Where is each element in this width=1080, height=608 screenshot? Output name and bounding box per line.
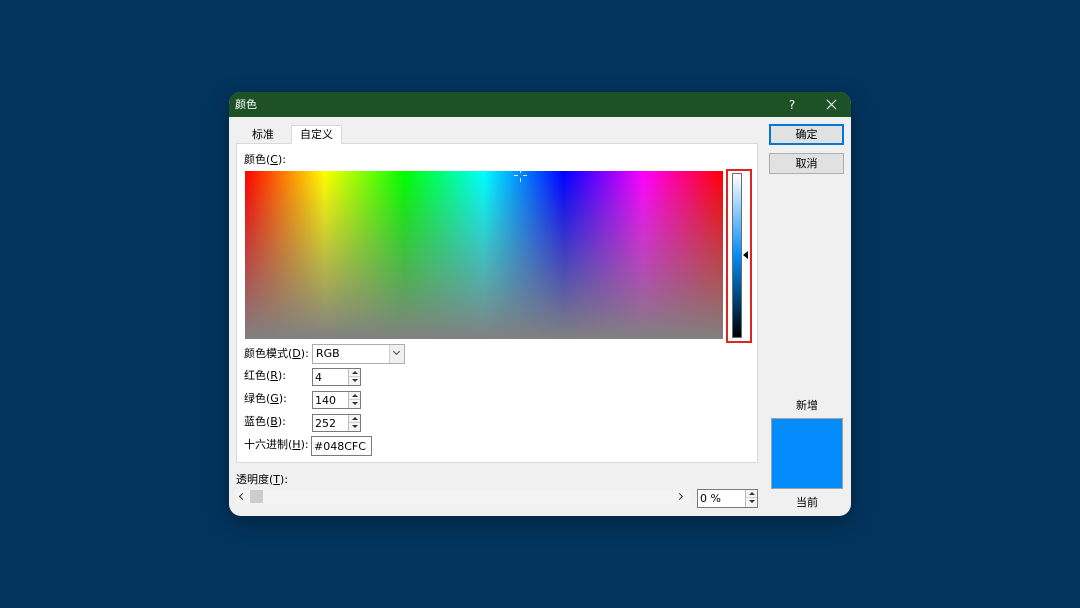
color-label-access-key: C — [270, 153, 278, 166]
luminance-slider[interactable] — [732, 173, 742, 338]
green-spin-up-button[interactable] — [349, 392, 360, 400]
hex-field[interactable] — [311, 436, 372, 456]
hex-input[interactable] — [312, 437, 371, 455]
color-spectrum[interactable] — [245, 168, 723, 339]
blue-input[interactable] — [313, 415, 349, 431]
ok-button[interactable]: 确定 — [769, 124, 844, 145]
transparency-stepper[interactable] — [697, 489, 758, 508]
red-label-text: 红色( — [244, 369, 271, 382]
close-button[interactable] — [815, 92, 847, 117]
red-spin-down-button[interactable] — [349, 377, 360, 385]
crosshair-icon[interactable] — [513, 168, 527, 182]
triangle-up-icon — [352, 394, 358, 397]
color-model-label-suffix: ): — [300, 347, 309, 360]
blue-spinner — [348, 415, 360, 431]
hex-label: 十六进制(H): — [244, 438, 309, 452]
red-spinner — [348, 369, 360, 385]
red-label: 红色(R): — [244, 369, 286, 383]
custom-color-panel: 颜色(C): 颜色模式(D): RGB 红色(R): 绿色(G): — [236, 143, 758, 463]
color-preview-swatch — [771, 418, 843, 489]
hex-label-text: 十六进制( — [244, 438, 293, 451]
color-label-text: 颜色( — [244, 153, 271, 166]
luminance-pointer-icon[interactable] — [743, 251, 748, 260]
cancel-button[interactable]: 取消 — [769, 153, 844, 174]
color-dialog: 颜色 ? 标准 自定义 颜色(C): 颜色模式(D): RGB 红色(R): 4… — [229, 92, 851, 516]
question-mark-icon: ? — [788, 97, 796, 112]
chevron-down-icon — [392, 347, 401, 356]
blue-label: 蓝色(B): — [244, 415, 286, 429]
triangle-down-icon — [352, 425, 358, 428]
color-label: 颜色(C): — [244, 153, 286, 167]
green-spinner — [348, 392, 360, 408]
red-stepper[interactable] — [312, 368, 361, 386]
chevron-left-icon[interactable] — [238, 492, 247, 501]
triangle-down-icon — [352, 379, 358, 382]
blue-label-text: 蓝色( — [244, 415, 271, 428]
blue-access-key: B — [270, 415, 278, 428]
color-label-suffix: ): — [277, 153, 286, 166]
crosshair-arm-top — [519, 168, 521, 173]
color-model-access-key: D — [292, 347, 301, 360]
dropdown-button[interactable] — [389, 345, 404, 363]
transparency-spin-up-button[interactable] — [746, 490, 757, 498]
color-model-value: RGB — [316, 347, 340, 360]
crosshair-arm-bottom — [519, 177, 521, 182]
blue-spin-down-button[interactable] — [349, 423, 360, 431]
current-color-label: 当前 — [796, 496, 818, 509]
dialog-title: 颜色 — [235, 98, 257, 111]
crosshair-arm-right — [522, 174, 527, 176]
chevron-right-icon[interactable] — [675, 492, 684, 501]
triangle-up-icon — [352, 371, 358, 374]
new-color-swatch — [772, 419, 842, 454]
color-model-label-text: 颜色模式( — [244, 347, 293, 360]
red-input[interactable] — [313, 369, 349, 385]
red-spin-up-button[interactable] — [349, 369, 360, 377]
crosshair-arm-left — [513, 174, 518, 176]
color-model-label: 颜色模式(D): — [244, 347, 309, 361]
transparency-spin-down-button[interactable] — [746, 498, 757, 507]
help-button[interactable]: ? — [776, 92, 808, 117]
blue-spin-up-button[interactable] — [349, 415, 360, 423]
blue-label-suffix: ): — [277, 415, 286, 428]
triangle-up-icon — [749, 492, 755, 495]
green-label-text: 绿色( — [244, 392, 271, 405]
red-access-key: R — [270, 369, 278, 382]
transparency-input[interactable] — [698, 490, 744, 507]
hex-label-suffix: ): — [300, 438, 309, 451]
triangle-down-icon — [749, 500, 755, 503]
blue-stepper[interactable] — [312, 414, 361, 432]
new-color-label: 新增 — [796, 399, 818, 412]
green-spin-down-button[interactable] — [349, 400, 360, 408]
transparency-slider-thumb[interactable] — [250, 490, 263, 503]
color-model-dropdown[interactable]: RGB — [312, 344, 405, 364]
transparency-spinner — [745, 490, 757, 507]
green-label: 绿色(G): — [244, 392, 287, 406]
triangle-up-icon — [352, 417, 358, 420]
transparency-label-suffix: ): — [280, 473, 289, 486]
green-stepper[interactable] — [312, 391, 361, 409]
tab-custom[interactable]: 自定义 — [291, 125, 342, 144]
green-access-key: G — [270, 392, 279, 405]
tab-standard[interactable]: 标准 — [241, 126, 285, 143]
close-icon — [826, 99, 837, 110]
green-input[interactable] — [313, 392, 349, 408]
red-label-suffix: ): — [277, 369, 286, 382]
current-color-swatch — [772, 454, 842, 488]
hex-access-key: H — [292, 438, 301, 451]
transparency-label-text: 透明度( — [236, 473, 274, 486]
triangle-down-icon — [352, 402, 358, 405]
transparency-label: 透明度(T): — [236, 473, 288, 487]
transparency-slider[interactable] — [236, 490, 690, 504]
green-label-suffix: ): — [278, 392, 287, 405]
title-bar[interactable]: 颜色 ? — [229, 92, 851, 117]
